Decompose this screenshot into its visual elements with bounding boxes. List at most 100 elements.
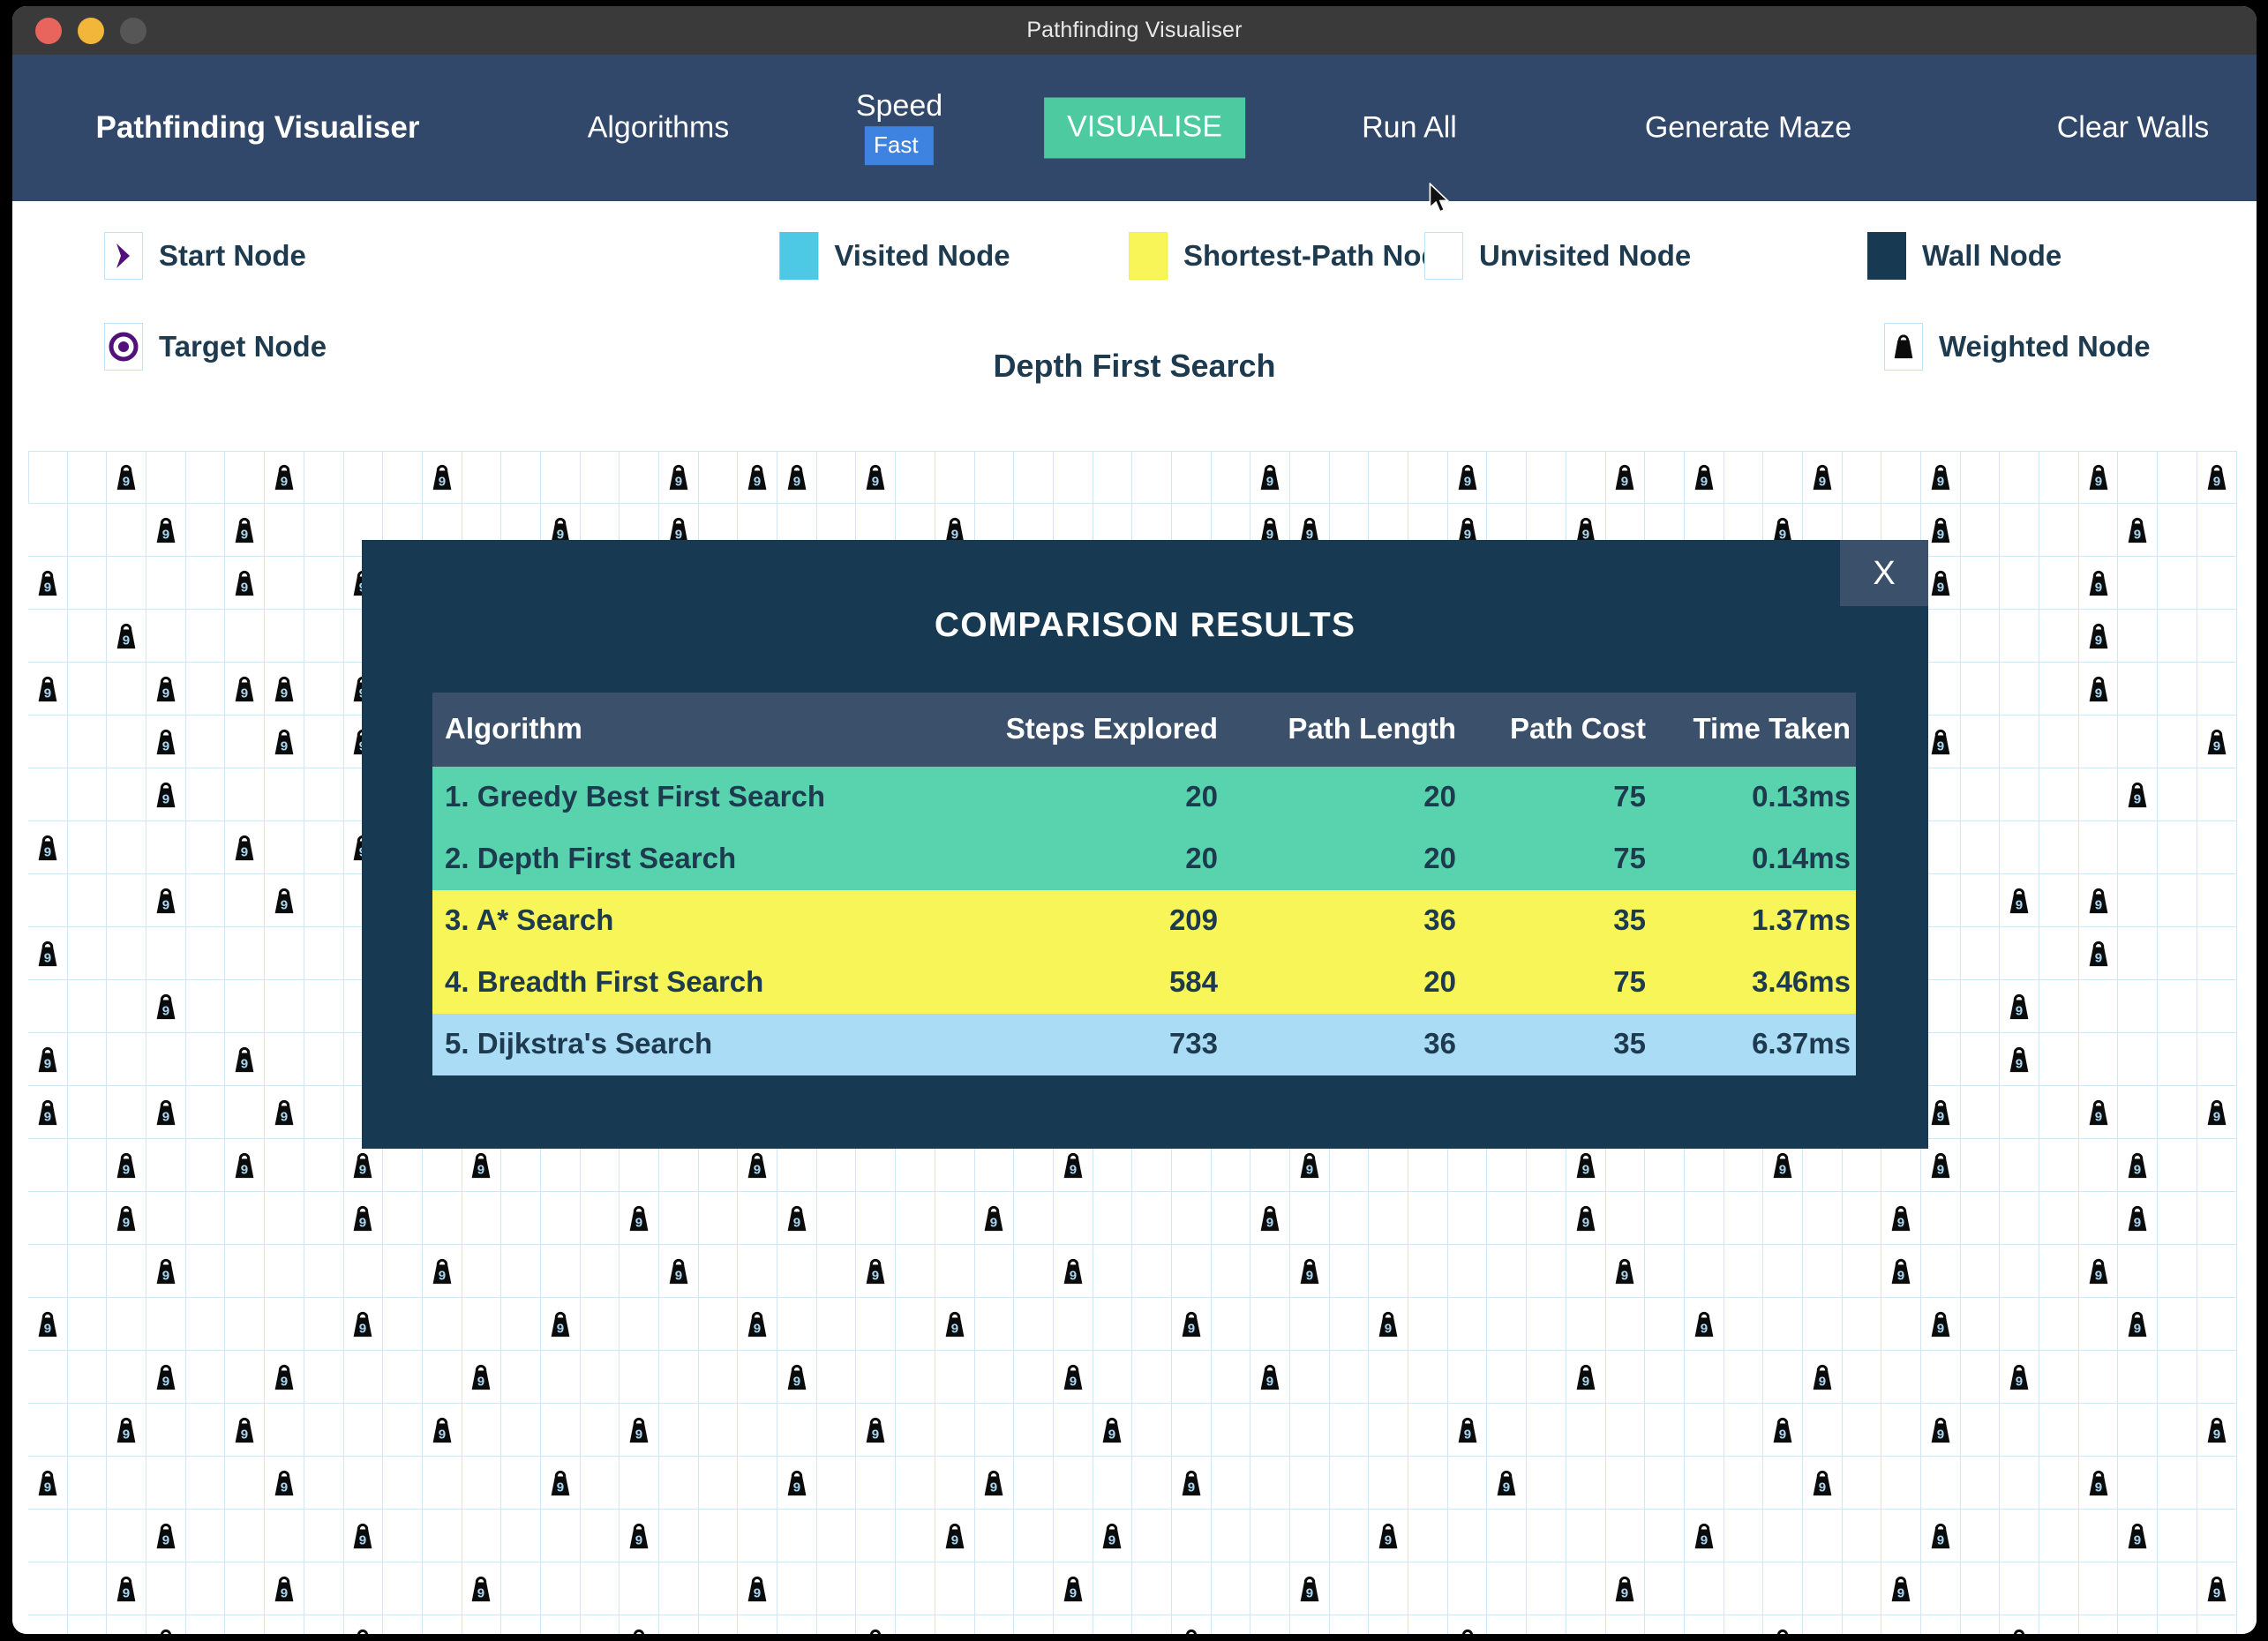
grid-cell[interactable] [738,1192,777,1245]
grid-cell[interactable] [1606,1351,1646,1404]
grid-cell[interactable] [1843,1298,1882,1351]
grid-cell[interactable] [699,1615,739,1634]
grid-cell[interactable] [304,504,344,557]
grid-cell[interactable] [581,1615,620,1634]
grid-cell[interactable]: 9 [2079,927,2119,980]
grid-cell[interactable] [1645,1457,1685,1510]
grid-cell[interactable] [1448,1245,1488,1298]
grid-cell[interactable] [1961,610,2001,663]
grid-cell[interactable] [1566,1510,1606,1562]
grid-cell[interactable] [541,1562,581,1615]
grid-cell[interactable]: 9 [265,1351,304,1404]
grid-cell[interactable] [304,980,344,1033]
grid-cell[interactable]: 9 [107,610,146,663]
grid-cell[interactable] [265,980,304,1033]
grid-cell[interactable] [186,980,226,1033]
grid-cell[interactable] [2158,874,2197,927]
grid-cell[interactable] [2158,1615,2197,1634]
grid-cell[interactable] [620,1457,659,1510]
grid-cell[interactable] [344,1245,384,1298]
grid-cell[interactable] [265,1404,304,1457]
grid-cell[interactable]: 9 [738,1562,777,1615]
grid-cell[interactable] [304,821,344,874]
grid-cell[interactable]: 9 [2197,451,2237,504]
grid-cell[interactable]: 9 [1566,1351,1606,1404]
grid-cell[interactable] [265,557,304,610]
grid-cell[interactable] [1606,1192,1646,1245]
grid-cell[interactable]: 9 [225,663,265,716]
grid-cell[interactable]: 9 [2079,1245,2119,1298]
grid-cell[interactable]: 9 [541,1298,581,1351]
grid-cell[interactable] [383,1192,423,1245]
grid-cell[interactable] [1645,1615,1685,1634]
grid-cell[interactable]: 9 [344,1192,384,1245]
grid-cell[interactable]: 9 [423,451,462,504]
grid-cell[interactable] [659,1562,699,1615]
grid-cell[interactable] [581,1404,620,1457]
grid-cell[interactable]: 9 [225,1404,265,1457]
grid-cell[interactable] [620,1245,659,1298]
grid-cell[interactable] [2039,1351,2079,1404]
grid-cell[interactable] [2079,1192,2119,1245]
grid-cell[interactable] [1921,1562,1961,1615]
grid-cell[interactable] [581,1192,620,1245]
grid-cell[interactable] [462,1615,502,1634]
grid-cell[interactable]: 9 [1606,1562,1646,1615]
grid-cell[interactable] [265,1510,304,1562]
grid-cell[interactable] [68,1033,108,1086]
grid-cell[interactable] [1290,1404,1330,1457]
grid-cell[interactable] [186,1033,226,1086]
grid-cell[interactable] [304,610,344,663]
grid-cell[interactable] [146,557,186,610]
grid-cell[interactable]: 9 [935,1298,975,1351]
grid-cell[interactable] [1527,1457,1566,1510]
grid-cell[interactable] [1803,1562,1843,1615]
grid-cell[interactable] [1527,1298,1566,1351]
grid-cell[interactable] [1961,1351,2001,1404]
grid-cell[interactable] [186,663,226,716]
grid-cell[interactable] [2197,1298,2237,1351]
grid-cell[interactable] [501,1404,541,1457]
grid-cell[interactable] [107,1086,146,1139]
grid-cell[interactable] [975,1404,1015,1457]
grid-cell[interactable] [1132,451,1172,504]
grid-cell[interactable] [1724,1457,1764,1510]
grid-cell[interactable] [896,1457,935,1510]
grid-cell[interactable] [1606,1615,1646,1634]
grid-cell[interactable] [225,1298,265,1351]
grid-cell[interactable] [107,716,146,768]
grid-cell[interactable] [1763,1562,1803,1615]
grid-cell[interactable]: 9 [1606,451,1646,504]
grid-cell[interactable] [1014,1615,1054,1634]
grid-cell[interactable]: 9 [265,1086,304,1139]
grid-cell[interactable] [107,1457,146,1510]
grid-cell[interactable] [856,1562,896,1615]
grid-cell[interactable] [1250,1457,1290,1510]
grid-cell[interactable] [1330,1457,1370,1510]
grid-cell[interactable] [501,1245,541,1298]
grid-cell[interactable] [1527,451,1566,504]
grid-cell[interactable] [2158,1086,2197,1139]
grid-cell[interactable] [2197,557,2237,610]
grid-cell[interactable] [462,1245,502,1298]
grid-cell[interactable] [856,1510,896,1562]
grid-cell[interactable]: 9 [2000,1033,2039,1086]
grid-cell[interactable] [2000,1245,2039,1298]
grid-cell[interactable] [2039,768,2079,821]
grid-cell[interactable]: 9 [28,821,68,874]
grid-cell[interactable] [1487,1351,1527,1404]
grid-cell[interactable]: 9 [1093,1404,1133,1457]
grid-cell[interactable] [1487,1298,1527,1351]
grid-cell[interactable] [1961,821,2001,874]
grid-cell[interactable] [423,1351,462,1404]
grid-cell[interactable] [1250,1245,1290,1298]
grid-cell[interactable] [738,1245,777,1298]
grid-cell[interactable] [2158,451,2197,504]
grid-cell[interactable] [581,1298,620,1351]
grid-cell[interactable] [68,1351,108,1404]
grid-cell[interactable] [146,1298,186,1351]
grid-cell[interactable] [1448,1351,1488,1404]
grid-cell[interactable] [659,1192,699,1245]
grid-cell[interactable] [2158,927,2197,980]
grid-cell[interactable] [1961,874,2001,927]
